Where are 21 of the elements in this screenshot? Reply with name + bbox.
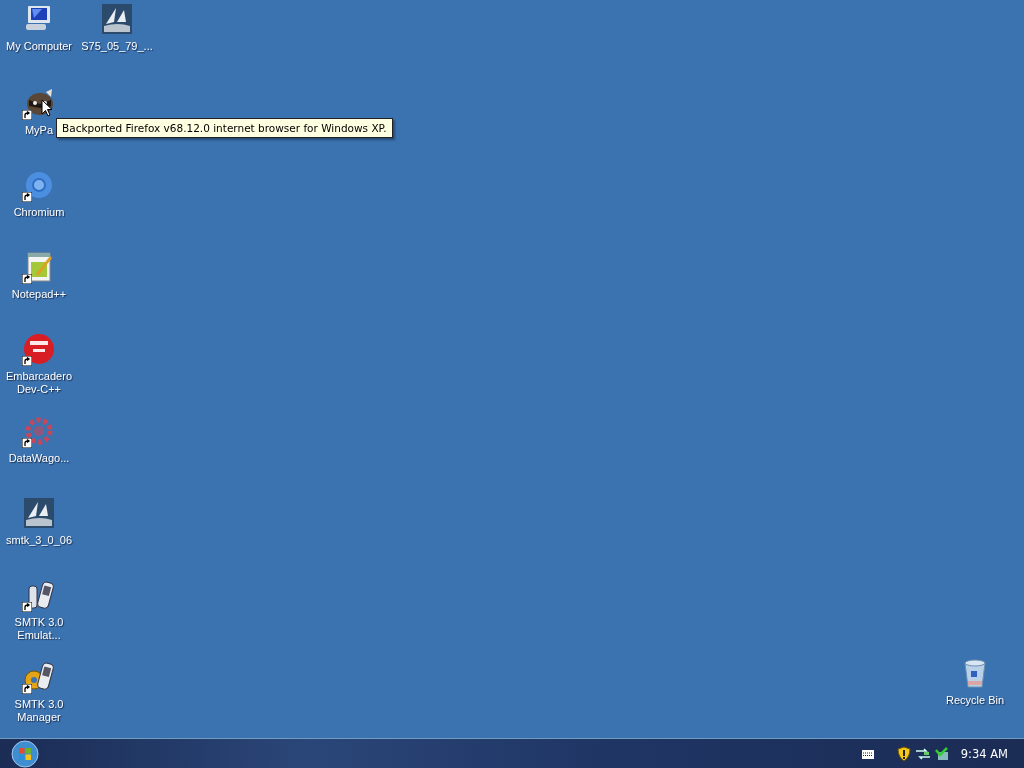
- icon-label[interactable]: My Computer: [6, 40, 72, 53]
- icon-label[interactable]: SMTK 3.0 Manager: [1, 698, 77, 724]
- shield-icon[interactable]: [896, 745, 911, 762]
- sail-icon[interactable]: [100, 2, 134, 36]
- sail-icon[interactable]: [22, 496, 56, 530]
- monitor-check-icon[interactable]: [934, 746, 949, 761]
- icon-label[interactable]: smtk_3_0_06: [5, 534, 72, 547]
- clock[interactable]: 9:34 AM: [960, 746, 1008, 761]
- keyboard-icon[interactable]: [860, 747, 875, 760]
- icon-label[interactable]: DataWago...: [8, 452, 70, 465]
- icon-label[interactable]: Notepad++: [11, 288, 67, 301]
- icon-label[interactable]: Embarcadero Dev-C++: [1, 370, 77, 396]
- start-button[interactable]: [10, 738, 40, 768]
- mouse-cursor-icon: [41, 99, 53, 117]
- network-icon[interactable]: [914, 746, 931, 761]
- icon-label[interactable]: SMTK 3.0 Emulat...: [1, 616, 77, 642]
- icon-label[interactable]: S75_05_79_...: [81, 40, 153, 53]
- icon-label[interactable]: Recycle Bin: [945, 694, 1005, 707]
- tooltip: Backported Firefox v68.12.0 internet browser for Windows XP.: [56, 118, 393, 138]
- icon-label[interactable]: MyPa: [24, 124, 54, 137]
- icon-label[interactable]: Chromium: [13, 206, 65, 219]
